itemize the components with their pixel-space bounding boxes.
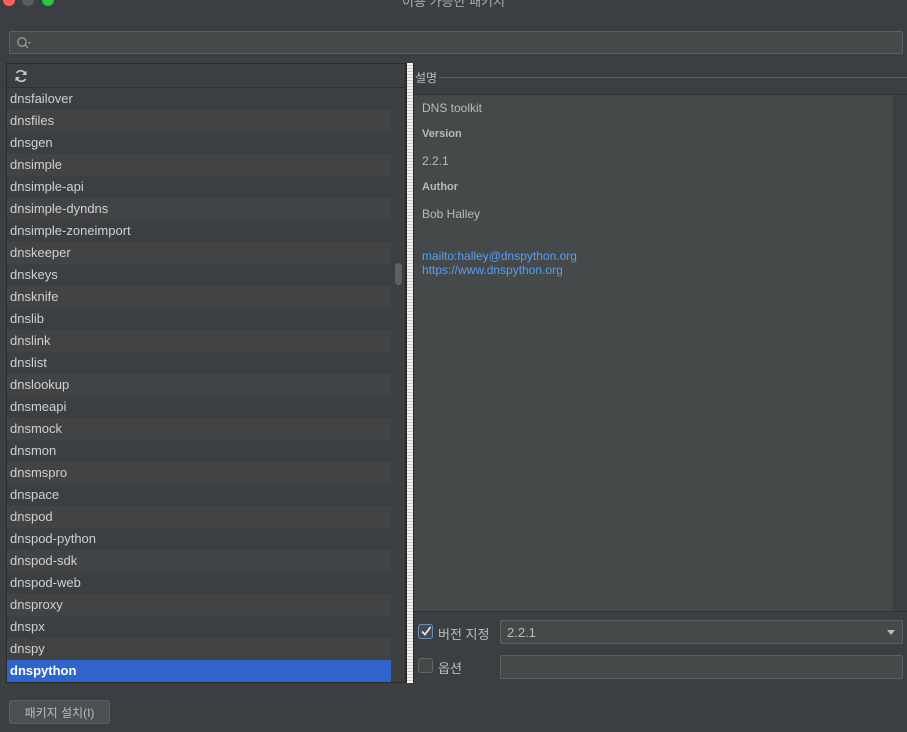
author-value: Bob Halley <box>422 207 481 221</box>
chevron-down-icon <box>887 630 895 635</box>
author-label: Author <box>422 181 459 193</box>
package-list-item[interactable]: dnsmspro <box>7 462 391 484</box>
options-checkbox[interactable] <box>418 658 433 673</box>
title-bar: 이용 가능한 패키지 <box>0 0 907 10</box>
package-list-item[interactable]: dnskeeper <box>7 242 391 264</box>
package-list-item[interactable]: dnsknife <box>7 286 391 308</box>
list-toolbar <box>7 64 405 88</box>
package-list-item[interactable]: dnspx <box>7 616 391 638</box>
package-list-item[interactable]: dnsgen <box>7 132 391 154</box>
package-list-item[interactable]: dnspod <box>7 506 391 528</box>
package-list-item[interactable]: dnsimple-dyndns <box>7 198 391 220</box>
checkmark-icon <box>421 626 432 636</box>
package-list-item[interactable]: dnspod-python <box>7 528 391 550</box>
package-list-item[interactable]: dnsimple-zoneimport <box>7 220 391 242</box>
package-list-item[interactable]: dnspace <box>7 484 391 506</box>
window-title: 이용 가능한 패키지 <box>402 0 505 9</box>
package-list-item[interactable]: dnsmock <box>7 418 391 440</box>
specify-version-label: 버전 지정 <box>438 627 490 642</box>
scrollbar-thumb[interactable] <box>395 263 402 285</box>
version-dropdown[interactable]: 2.2.1 <box>500 620 903 644</box>
panel-splitter[interactable] <box>406 63 414 683</box>
package-list-item[interactable]: dnsproxy <box>7 594 391 616</box>
package-list-item[interactable]: dnspod-sdk <box>7 550 391 572</box>
options-label: 옵션 <box>438 661 462 676</box>
package-list-item[interactable]: dnsimple-api <box>7 176 391 198</box>
email-link[interactable]: mailto:halley@dnspython.org <box>422 249 577 263</box>
package-list-item[interactable]: dnslink <box>7 330 391 352</box>
search-icon <box>17 37 31 49</box>
package-list-item[interactable]: dnslib <box>7 308 391 330</box>
options-input[interactable] <box>500 655 903 679</box>
homepage-link[interactable]: https://www.dnspython.org <box>422 263 563 277</box>
refresh-icon[interactable] <box>13 68 29 84</box>
install-package-button[interactable]: 패키지 설치(I) <box>9 700 110 724</box>
package-list-item[interactable]: dnslookup <box>7 374 391 396</box>
package-list-item[interactable]: dnsmon <box>7 440 391 462</box>
package-list-item[interactable]: dnsfiles <box>7 110 391 132</box>
description-panel: DNS toolkit Version 2.2.1 Author Bob Hal… <box>414 94 907 612</box>
search-field[interactable] <box>9 31 903 54</box>
package-list-item[interactable]: dnslist <box>7 352 391 374</box>
package-list: dnsfailover dnsfiles dnsgen dnsimple dnsimpl… <box>7 88 391 682</box>
package-list-scrollbar[interactable] <box>392 88 405 682</box>
specify-version-checkbox[interactable] <box>418 624 433 639</box>
version-dropdown-value: 2.2.1 <box>507 625 536 640</box>
package-list-item[interactable]: dnskeys <box>7 264 391 286</box>
description-divider <box>440 77 907 78</box>
search-input[interactable] <box>38 32 898 53</box>
package-list-item[interactable]: dnsimple <box>7 154 391 176</box>
package-list-panel: dnsfailover dnsfiles dnsgen dnsimple dnsimpl… <box>6 63 406 683</box>
description-scrollbar[interactable] <box>893 95 907 611</box>
version-label: Version <box>422 128 462 140</box>
package-list-item[interactable]: dnspython <box>7 660 391 682</box>
version-value: 2.2.1 <box>422 154 449 168</box>
package-list-item[interactable]: dnspy <box>7 638 391 660</box>
package-list-item[interactable]: dnsmeapi <box>7 396 391 418</box>
package-list-item[interactable]: dnspod-web <box>7 572 391 594</box>
package-summary: DNS toolkit <box>422 101 483 115</box>
package-list-item[interactable]: dnsfailover <box>7 88 391 110</box>
description-header: 설명 <box>415 71 438 85</box>
